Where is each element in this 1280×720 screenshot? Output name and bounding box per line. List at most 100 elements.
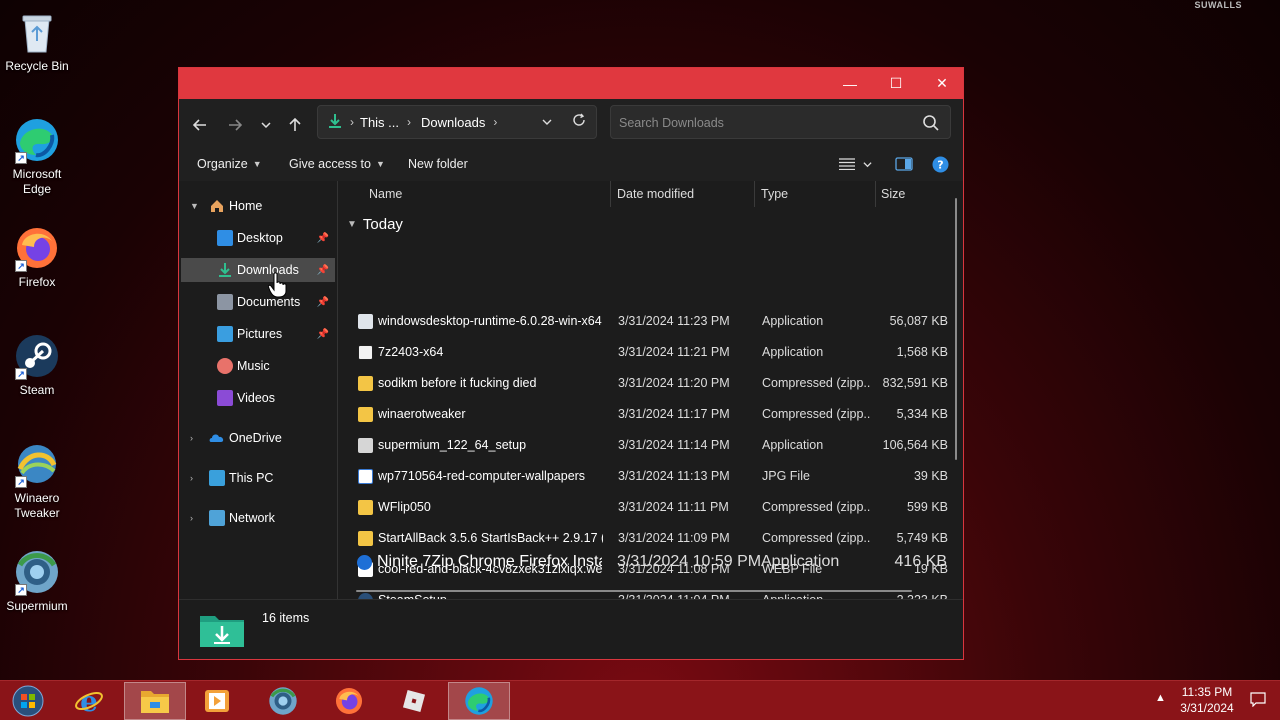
column-header-size[interactable]: Size: [881, 187, 905, 201]
desktop-icon-edge[interactable]: ↗ Microsoft Edge: [0, 116, 74, 197]
address-box[interactable]: › This ... › Downloads ›: [317, 105, 597, 139]
sidebar-item-documents[interactable]: Documents 📌: [181, 290, 335, 314]
column-header-type[interactable]: Type: [761, 187, 788, 201]
recent-locations-button[interactable]: [254, 113, 278, 137]
refresh-button[interactable]: [572, 113, 586, 130]
file-row[interactable]: sodikm before it fucking died 3/31/2024 …: [339, 369, 951, 397]
navigation-pane: ▼ Home Desktop 📌 Downloads 📌 Documents 📌…: [179, 181, 337, 601]
file-size: 832,591 KB: [882, 376, 948, 390]
sidebar-item-music[interactable]: Music: [181, 354, 335, 378]
item-count: 16 items: [262, 611, 310, 625]
search-box[interactable]: [610, 105, 951, 139]
file-row[interactable]: windowsdesktop-runtime-6.0.28-win-x64 3/…: [339, 307, 951, 335]
shortcut-arrow-icon: ↗: [15, 368, 27, 380]
file-row[interactable]: supermium_122_64_setup 3/31/2024 11:14 P…: [339, 431, 951, 459]
file-explorer-icon: [141, 691, 169, 713]
taskbar-internet-explorer[interactable]: e: [58, 682, 120, 720]
sidebar-item-label: Desktop: [237, 231, 283, 245]
sidebar-item-pictures[interactable]: Pictures 📌: [181, 322, 335, 346]
downloads-icon: [328, 113, 342, 132]
shortcut-arrow-icon: ↗: [15, 476, 27, 488]
hand-cursor-icon: [268, 272, 287, 298]
column-divider[interactable]: [875, 181, 876, 207]
breadcrumb-downloads[interactable]: Downloads: [421, 115, 485, 130]
sidebar-item-home[interactable]: ▼ Home: [181, 194, 335, 218]
file-date: 3/31/2024 11:13 PM: [618, 469, 730, 483]
start-button[interactable]: [0, 682, 56, 720]
downloads-icon: [217, 262, 233, 278]
documents-icon: [217, 294, 233, 310]
chevron-down-icon: [863, 161, 872, 167]
breadcrumb-this-pc[interactable]: This ...: [360, 115, 399, 130]
give-access-button[interactable]: Give access to ▼: [289, 157, 385, 171]
desktop-icon-steam[interactable]: ↗ Steam: [0, 332, 74, 398]
taskbar-file-explorer[interactable]: [124, 682, 186, 720]
file-date: 3/31/2024 11:09 PM: [618, 531, 730, 545]
title-bar[interactable]: — ☐ ✕: [179, 68, 963, 99]
file-row[interactable]: Ninite 7Zip Chrome Firefox Installer 3/3…: [338, 548, 950, 576]
taskbar-roblox[interactable]: [383, 682, 445, 720]
new-folder-button[interactable]: New folder: [408, 157, 468, 171]
file-name: supermium_122_64_setup: [378, 438, 527, 452]
maximize-button[interactable]: ☐: [873, 68, 919, 99]
pane-divider[interactable]: [337, 181, 338, 601]
chevron-right-icon: ›: [190, 433, 193, 443]
sidebar-item-label: Home: [229, 199, 263, 213]
column-divider[interactable]: [754, 181, 755, 207]
sidebar-item-label: Pictures: [237, 327, 283, 341]
sidebar-item-downloads[interactable]: Downloads 📌: [181, 258, 335, 282]
organize-button[interactable]: Organize ▼: [197, 157, 262, 171]
file-row[interactable]: winaerotweaker 3/31/2024 11:17 PM Compre…: [339, 400, 951, 428]
show-hidden-icons-button[interactable]: ▲: [1155, 692, 1166, 704]
zip-folder-icon: [358, 375, 373, 391]
desktop-icon-winaero[interactable]: ↗ Winaero Tweaker: [0, 440, 74, 521]
taskbar-firefox[interactable]: [318, 682, 380, 720]
up-button[interactable]: [283, 113, 307, 137]
desktop-icon-firefox[interactable]: ↗ Firefox: [0, 224, 74, 290]
minimize-button[interactable]: —: [827, 68, 873, 99]
file-type: Application: [762, 438, 824, 452]
back-button[interactable]: [188, 113, 212, 137]
file-row[interactable]: 7z2403-x64 3/31/2024 11:21 PM Applicatio…: [339, 338, 951, 366]
file-type: JPG File: [762, 469, 810, 483]
file-row[interactable]: wp7710564-red-computer-wallpapers 3/31/2…: [339, 462, 951, 490]
taskbar-media-player[interactable]: [186, 682, 248, 720]
preview-pane-button[interactable]: [895, 157, 913, 171]
taskbar-clock[interactable]: 11:35 PM 3/31/2024: [1172, 684, 1242, 716]
taskbar-supermium[interactable]: [252, 682, 314, 720]
sidebar-item-videos[interactable]: Videos: [181, 386, 335, 410]
pictures-icon: [217, 326, 233, 342]
search-input[interactable]: [619, 114, 909, 132]
file-type: Application: [762, 345, 824, 359]
pin-icon: 📌: [316, 328, 329, 340]
address-dropdown-button[interactable]: [542, 115, 552, 130]
forward-arrow-icon: [229, 119, 242, 131]
chevron-down-icon: ▼: [347, 219, 357, 230]
breadcrumb-chevron-icon: ›: [493, 115, 498, 129]
sidebar-item-onedrive[interactable]: › OneDrive: [181, 426, 335, 450]
close-button[interactable]: ✕: [919, 68, 965, 99]
file-type: Application: [761, 553, 840, 570]
file-size: 5,749 KB: [896, 531, 948, 545]
desktop-icon-recycle-bin[interactable]: Recycle Bin: [0, 8, 74, 74]
file-date: 3/31/2024 11:17 PM: [618, 407, 730, 421]
desktop-icon-supermium[interactable]: ↗ Supermium: [0, 548, 74, 614]
file-name: winaerotweaker: [378, 407, 466, 421]
file-type: Application: [762, 314, 824, 328]
file-row[interactable]: WFlip050 3/31/2024 11:11 PM Compressed (…: [339, 493, 951, 521]
sidebar-item-this-pc[interactable]: › This PC: [181, 466, 335, 490]
column-header-name[interactable]: Name: [369, 187, 402, 201]
notification-icon[interactable]: [1250, 691, 1266, 707]
taskbar-edge[interactable]: [448, 682, 510, 720]
help-button[interactable]: ?: [932, 156, 949, 173]
firefox-icon: ↗: [13, 224, 61, 272]
address-bar-row: › This ... › Downloads ›: [179, 99, 963, 149]
forward-button[interactable]: [223, 113, 247, 137]
sidebar-item-desktop[interactable]: Desktop 📌: [181, 226, 335, 250]
column-header-date[interactable]: Date modified: [617, 187, 694, 201]
onedrive-icon: [209, 430, 225, 446]
group-header-today[interactable]: ▼ Today: [347, 216, 403, 233]
view-options-button[interactable]: [839, 158, 872, 170]
column-divider[interactable]: [610, 181, 611, 207]
sidebar-item-network[interactable]: › Network: [181, 506, 335, 530]
